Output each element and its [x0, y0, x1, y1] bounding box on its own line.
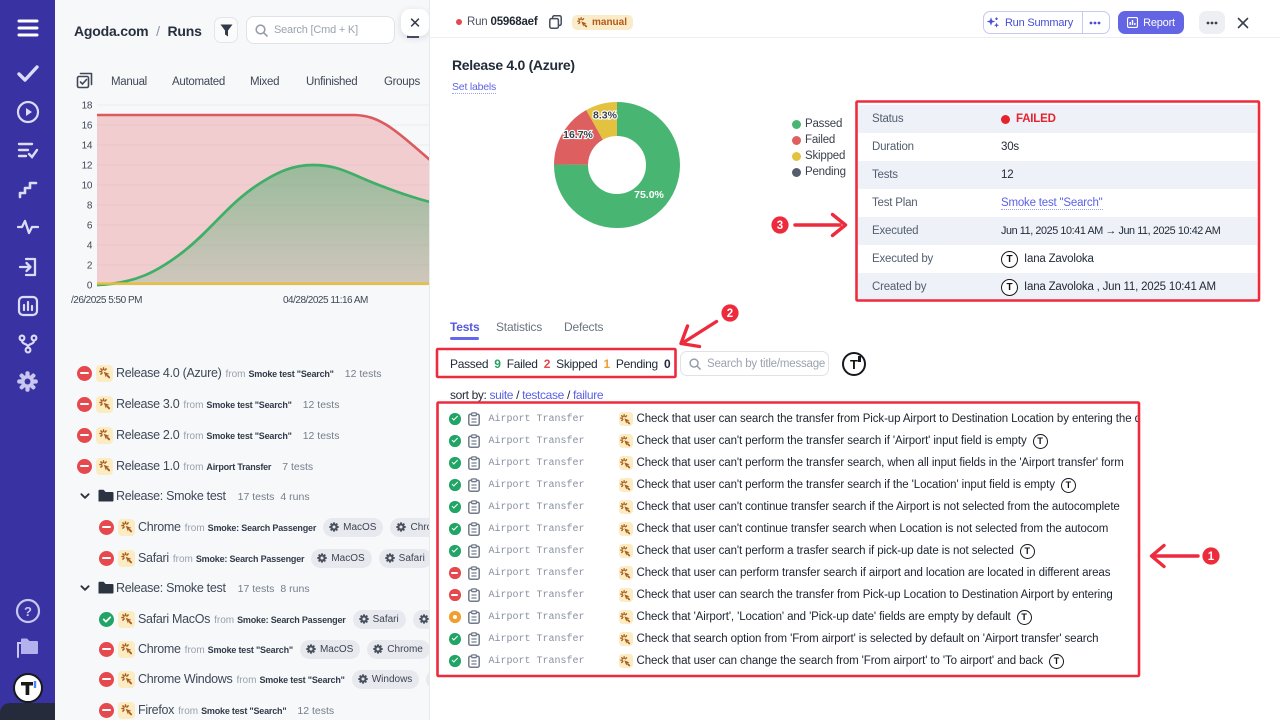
svg-text:16: 16 [82, 121, 93, 132]
svg-text:?: ? [24, 604, 32, 619]
svg-text:4: 4 [87, 241, 93, 252]
svg-text:8.3%: 8.3% [593, 110, 618, 122]
svg-text:2: 2 [87, 261, 93, 272]
svg-text:8: 8 [87, 201, 93, 212]
svg-text:18: 18 [82, 101, 93, 112]
svg-text:0: 0 [87, 281, 93, 291]
svg-text:14: 14 [82, 141, 93, 152]
svg-text:75.0%: 75.0% [634, 189, 664, 201]
svg-text:10: 10 [82, 181, 93, 192]
svg-text:6: 6 [87, 221, 93, 232]
svg-text:16.7%: 16.7% [563, 129, 593, 141]
svg-text:12: 12 [82, 161, 93, 172]
